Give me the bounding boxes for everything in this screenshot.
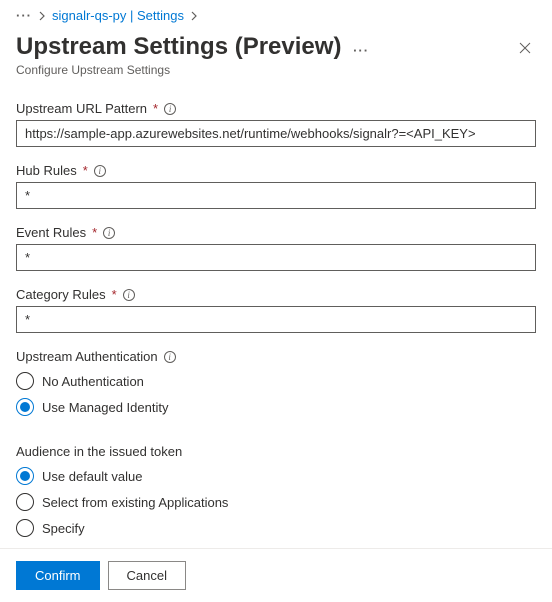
- radio-managed-identity[interactable]: Use Managed Identity: [16, 394, 536, 420]
- url-pattern-input[interactable]: [16, 120, 536, 147]
- cancel-button[interactable]: Cancel: [108, 561, 186, 590]
- category-rules-label: Category Rules: [16, 287, 106, 302]
- info-icon[interactable]: i: [123, 289, 135, 301]
- radio-default-value[interactable]: Use default value: [16, 463, 536, 489]
- url-pattern-label: Upstream URL Pattern: [16, 101, 147, 116]
- hub-rules-label: Hub Rules: [16, 163, 77, 178]
- radio-icon: [16, 372, 34, 390]
- required-indicator: *: [112, 287, 117, 302]
- radio-label: Use default value: [42, 469, 142, 484]
- radio-icon-selected: [16, 467, 34, 485]
- breadcrumb-link[interactable]: signalr-qs-py | Settings: [52, 8, 184, 23]
- radio-specify[interactable]: Specify: [16, 515, 536, 541]
- required-indicator: *: [153, 101, 158, 116]
- upstream-auth-label: Upstream Authentication: [16, 349, 158, 364]
- breadcrumb: ··· signalr-qs-py | Settings: [16, 8, 536, 23]
- more-actions-icon[interactable]: ···: [353, 43, 369, 58]
- info-icon[interactable]: i: [164, 351, 176, 363]
- radio-label: Select from existing Applications: [42, 495, 228, 510]
- page-title: Upstream Settings (Preview): [16, 33, 341, 60]
- audience-label: Audience in the issued token: [16, 444, 182, 459]
- radio-icon-selected: [16, 398, 34, 416]
- radio-existing-applications[interactable]: Select from existing Applications: [16, 489, 536, 515]
- radio-no-authentication[interactable]: No Authentication: [16, 368, 536, 394]
- hub-rules-input[interactable]: [16, 182, 536, 209]
- event-rules-input[interactable]: [16, 244, 536, 271]
- confirm-button[interactable]: Confirm: [16, 561, 100, 590]
- radio-label: Use Managed Identity: [42, 400, 168, 415]
- chevron-right-icon: [38, 11, 46, 21]
- radio-label: Specify: [42, 521, 85, 536]
- info-icon[interactable]: i: [164, 103, 176, 115]
- event-rules-label: Event Rules: [16, 225, 86, 240]
- radio-icon: [16, 493, 34, 511]
- radio-icon: [16, 519, 34, 537]
- info-icon[interactable]: i: [103, 227, 115, 239]
- close-button[interactable]: [514, 37, 536, 59]
- chevron-right-icon: [190, 11, 198, 21]
- radio-label: No Authentication: [42, 374, 144, 389]
- required-indicator: *: [92, 225, 97, 240]
- category-rules-input[interactable]: [16, 306, 536, 333]
- required-indicator: *: [83, 163, 88, 178]
- footer: Confirm Cancel: [0, 548, 552, 602]
- breadcrumb-ellipsis[interactable]: ···: [16, 8, 32, 23]
- page-subtitle: Configure Upstream Settings: [16, 63, 536, 77]
- info-icon[interactable]: i: [94, 165, 106, 177]
